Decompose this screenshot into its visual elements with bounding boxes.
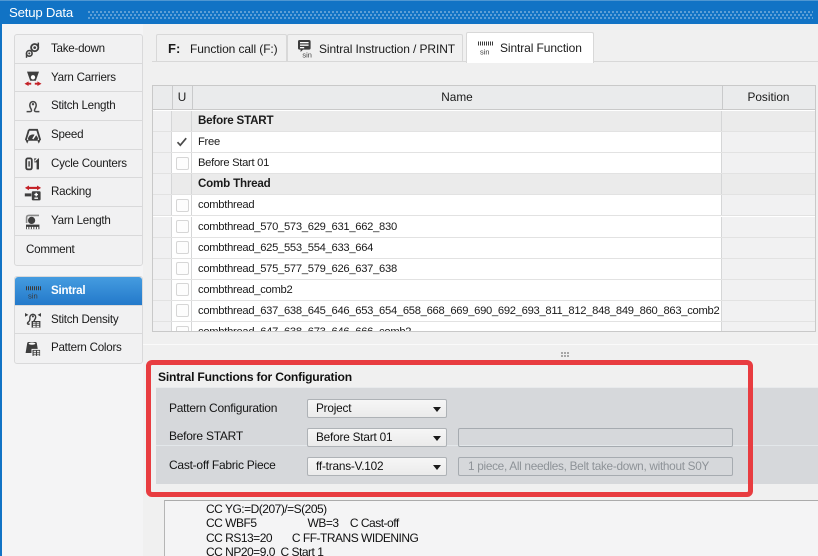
svg-text:sin: sin bbox=[28, 291, 38, 300]
svg-text:sin: sin bbox=[302, 51, 311, 59]
svg-text:sin: sin bbox=[480, 47, 489, 56]
